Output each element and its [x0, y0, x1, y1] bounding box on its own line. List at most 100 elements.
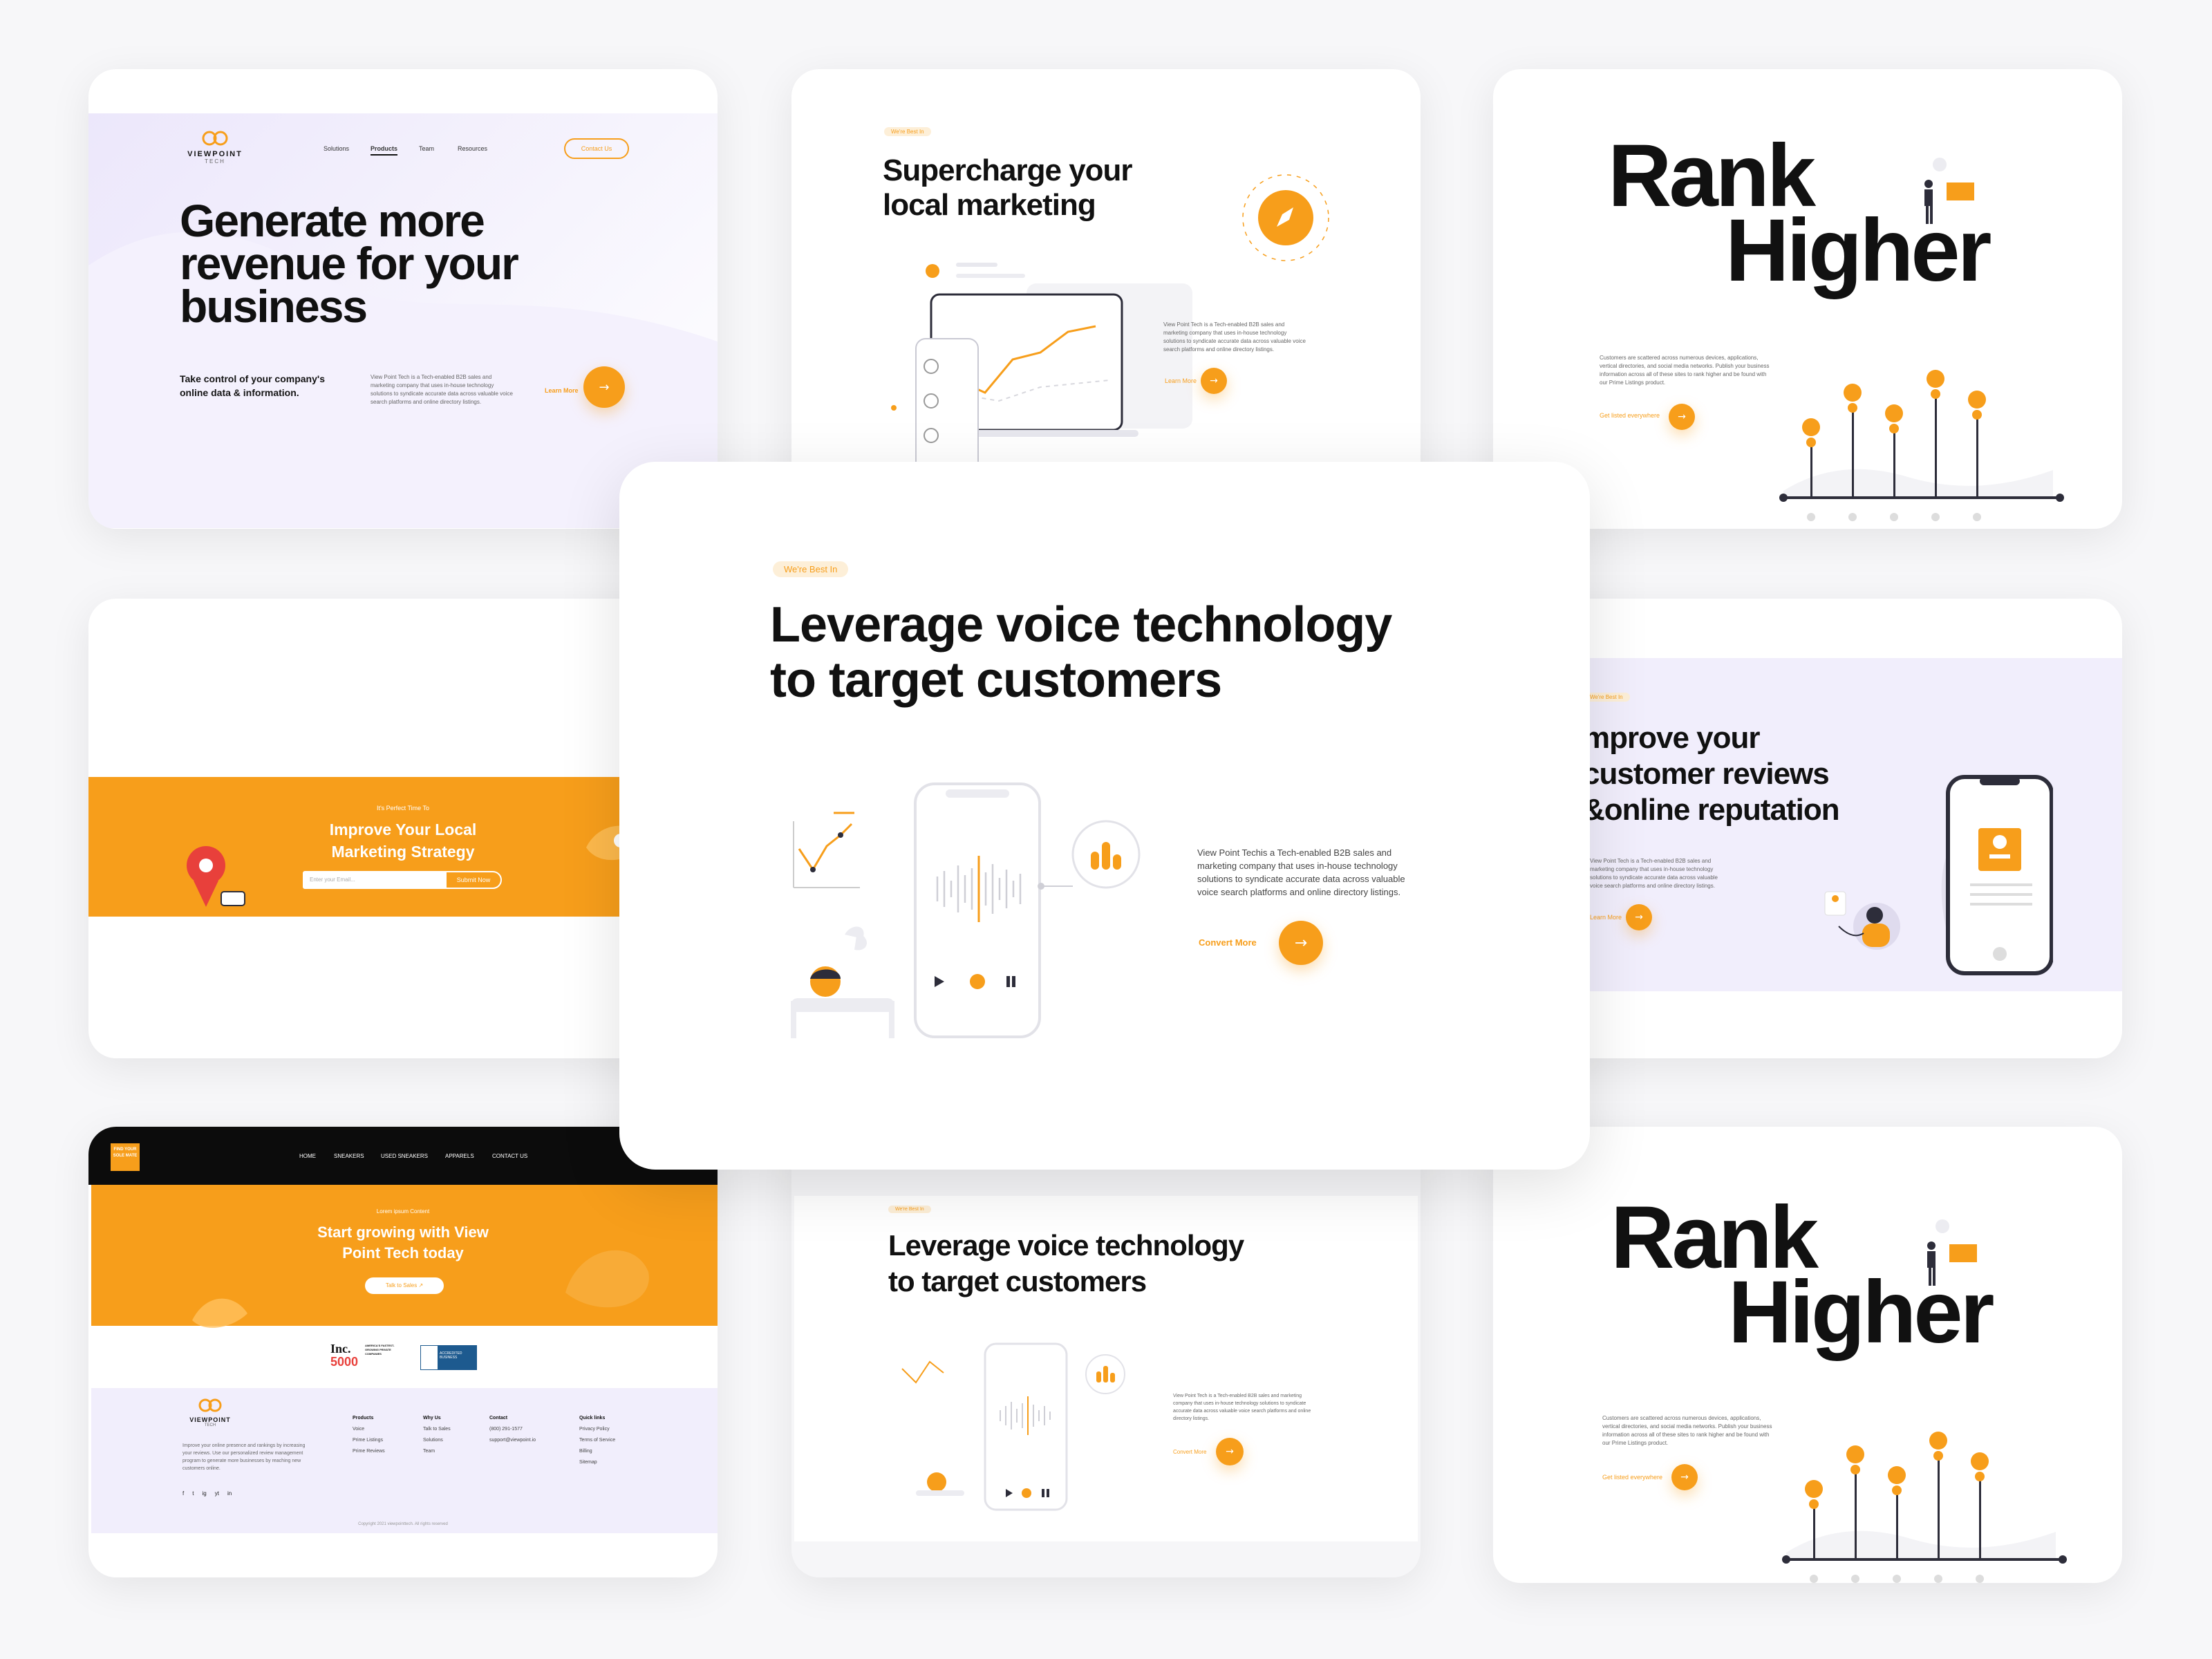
youtube-icon[interactable]: yt: [215, 1490, 219, 1497]
headline: Leverage voice technology to target cust…: [888, 1228, 1244, 1300]
nav-resources[interactable]: Resources: [458, 145, 487, 152]
person-with-chart-icon: [1927, 1219, 1977, 1286]
nav-contact-us[interactable]: CONTACT US: [492, 1153, 527, 1159]
footer-link[interactable]: Team: [423, 1446, 451, 1457]
nav-team[interactable]: Team: [419, 145, 434, 152]
body-text: View Point Tech is a Tech-enabled B2B sa…: [1173, 1394, 1311, 1421]
get-listed-link[interactable]: Get listed everywhere: [1600, 412, 1660, 419]
facebook-icon[interactable]: f: [182, 1490, 184, 1497]
arrow-right-icon: →: [1210, 375, 1218, 386]
contact-us-button[interactable]: Contact Us: [564, 138, 629, 159]
footer-email[interactable]: support@viewpoint.io: [489, 1435, 536, 1446]
nav-home[interactable]: HOME: [299, 1153, 316, 1159]
convert-more-link[interactable]: Convert More: [1173, 1449, 1206, 1455]
headline-line: to target customers: [770, 653, 1222, 708]
cta-headline: Start growing with View Point Tech today: [88, 1222, 718, 1264]
footer-about: Improve your online presence and ranking…: [182, 1443, 306, 1471]
card-supercharge: We're Best In Supercharge your local mar…: [791, 69, 1421, 529]
badge: We're Best In: [1583, 693, 1630, 702]
person-with-phone-icon: [1824, 891, 1900, 950]
body-line: voice search platforms and online direct…: [1197, 887, 1401, 897]
nav-used-sneakers[interactable]: USED SNEAKERS: [381, 1153, 428, 1159]
decorative-plant-icon: [192, 1298, 247, 1328]
subheading-line: online data & information.: [180, 387, 299, 398]
badge: We're Best In: [888, 1206, 931, 1213]
instagram-icon[interactable]: ig: [202, 1490, 206, 1497]
footer-col-title: Products: [353, 1416, 374, 1421]
nav-products[interactable]: Products: [371, 145, 398, 156]
ranking-pins-illustration: [1782, 1432, 2067, 1583]
submit-now-button[interactable]: Submit Now: [445, 871, 502, 889]
learn-more-button[interactable]: →: [1201, 368, 1227, 394]
linkedin-icon[interactable]: in: [227, 1490, 232, 1497]
get-listed-button[interactable]: →: [1669, 404, 1695, 430]
footer-link[interactable]: Voice: [353, 1424, 385, 1435]
convert-more-button[interactable]: →: [1216, 1438, 1244, 1465]
ranking-pins-illustration: [1779, 370, 2064, 521]
convert-more-link[interactable]: Convert More: [1199, 937, 1257, 948]
line-chart-doodle-icon: [793, 812, 860, 888]
footer-link[interactable]: Prime Reviews: [353, 1446, 385, 1457]
badge: We're Best In: [884, 127, 931, 136]
shop-logo[interactable]: FIND YOUR SOLE MATE: [111, 1143, 140, 1171]
learn-more-link[interactable]: Learn More: [1165, 377, 1197, 384]
footer-col-why-us: Why Us Talk to Sales Solutions Team: [423, 1413, 451, 1457]
nav-apparels[interactable]: APPARELS: [445, 1153, 474, 1159]
body-text: View Point Tech is a Tech-enabled B2B sa…: [1590, 858, 1718, 889]
body-text: Customers are scattered across numerous …: [1602, 1415, 1772, 1446]
body-line: marketing company that uses in-house tec…: [1197, 861, 1398, 871]
headline-line: Leverage voice technology: [770, 597, 1392, 653]
talk-to-sales-button[interactable]: Talk to Sales ↗: [365, 1277, 444, 1294]
footer-link[interactable]: Terms of Service: [579, 1435, 615, 1446]
person-with-chart-icon: [1924, 158, 1974, 224]
arrow-right-icon: →: [1678, 411, 1686, 422]
headline: Supercharge your local marketing: [883, 153, 1133, 223]
email-input[interactable]: Enter your Email...: [303, 871, 445, 889]
badge: We're Best In: [773, 561, 849, 577]
body-line: View Point Techis a Tech-enabled B2B sal…: [1197, 847, 1392, 858]
inc-5000-number: 5000: [330, 1355, 359, 1369]
headline-line: mprove your: [1583, 721, 1761, 755]
hero-headline-line: Generate more: [180, 195, 485, 246]
footer-link[interactable]: Sitemap: [579, 1457, 615, 1468]
footer-logo[interactable]: VIEWPOINT TECH: [182, 1398, 238, 1427]
logo[interactable]: VIEWPOINT TECH: [177, 130, 253, 165]
logo-mark-icon: [198, 1398, 222, 1412]
footer-phone[interactable]: (800) 291-1577: [489, 1424, 536, 1435]
nav-solutions[interactable]: Solutions: [324, 145, 349, 152]
voice-illustration: [901, 1342, 1125, 1511]
footer-link[interactable]: Billing: [579, 1446, 615, 1457]
rocket-badge-graphic: [1242, 174, 1329, 261]
hero-subheading: Take control of your company's online da…: [180, 372, 325, 400]
footer-link[interactable]: Prime Listings: [353, 1435, 385, 1446]
learn-more-button[interactable]: →: [1626, 904, 1652, 930]
headline-line: Leverage voice technology: [888, 1229, 1244, 1262]
bbb-mark-icon: [421, 1346, 438, 1369]
learn-more-button[interactable]: →: [583, 366, 625, 408]
arrow-right-icon: →: [1635, 912, 1643, 923]
body-text: View Point Tech is a Tech-enabled B2B sa…: [1163, 321, 1306, 353]
twitter-icon[interactable]: t: [192, 1490, 194, 1497]
illustration-line: [956, 263, 997, 267]
person-on-couch-illustration: [791, 926, 894, 1038]
footer-link[interactable]: Talk to Sales: [423, 1424, 451, 1435]
nav-sneakers[interactable]: SNEAKERS: [334, 1153, 364, 1159]
body-text: Customers are scattered across numerous …: [1600, 355, 1770, 386]
footer-link[interactable]: Solutions: [423, 1435, 451, 1446]
bbb-badge: ACCREDITED BUSINESS: [420, 1345, 477, 1370]
learn-more-link[interactable]: Learn More: [545, 387, 579, 394]
get-listed-link[interactable]: Get listed everywhere: [1602, 1474, 1662, 1481]
get-listed-button[interactable]: →: [1671, 1464, 1698, 1490]
footer-link[interactable]: Privacy Policy: [579, 1424, 615, 1435]
inc-5000-logo: Inc. 5000 AMERICA'S FASTEST-GROWING PRIV…: [330, 1342, 406, 1371]
hero-body: View Point Tech is a Tech-enabled B2B sa…: [371, 374, 513, 405]
cta-headline-line: Point Tech today: [342, 1244, 464, 1262]
bbb-label: ACCREDITED BUSINESS: [438, 1346, 476, 1369]
hero-headline-line: business: [180, 281, 368, 332]
phone-icon: [1941, 775, 2053, 975]
shop-logo-text: FIND YOUR SOLE MATE: [113, 1147, 138, 1158]
convert-more-button[interactable]: →: [1279, 921, 1323, 965]
footer-col-title: Quick links: [579, 1416, 606, 1421]
headline-line: local marketing: [883, 188, 1096, 222]
learn-more-link[interactable]: Learn More: [1590, 914, 1622, 921]
